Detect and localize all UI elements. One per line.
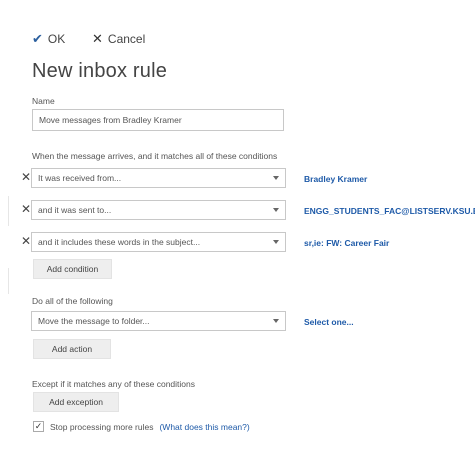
condition-3-select[interactable]: and it includes these words in the subje… <box>31 232 286 252</box>
stop-processing-label: Stop processing more rules <box>50 421 154 432</box>
add-condition-button[interactable]: Add condition <box>33 259 112 279</box>
remove-condition-2-icon[interactable]: ✕ <box>21 203 31 215</box>
chevron-down-icon <box>273 208 279 212</box>
action-value-link[interactable]: Select one... <box>304 317 354 327</box>
condition-2-select[interactable]: and it was sent to... <box>31 200 286 220</box>
rule-name-value: Move messages from Bradley Kramer <box>39 115 182 125</box>
chevron-down-icon <box>273 240 279 244</box>
conditions-heading: When the message arrives, and it matches… <box>32 151 278 161</box>
ok-label: OK <box>47 32 66 46</box>
remove-condition-3-icon[interactable]: ✕ <box>21 235 31 247</box>
edge-line <box>8 196 9 226</box>
remove-condition-1-icon[interactable]: ✕ <box>21 171 31 183</box>
cancel-label: Cancel <box>107 32 146 46</box>
condition-1-select-label: It was received from... <box>38 173 122 183</box>
condition-3-select-label: and it includes these words in the subje… <box>38 237 201 247</box>
add-exception-button[interactable]: Add exception <box>33 392 119 412</box>
condition-2-value-link[interactable]: ENGG_STUDENTS_FAC@LISTSERV.KSU.EDU <box>304 206 475 216</box>
chevron-down-icon <box>273 319 279 323</box>
stop-processing-checkbox[interactable]: ✓ <box>33 421 44 432</box>
rule-name-input[interactable]: Move messages from Bradley Kramer <box>32 109 284 131</box>
close-icon: ✕ <box>92 31 103 46</box>
condition-3-value-link[interactable]: sr,ie: FW: Career Fair <box>304 238 389 248</box>
chevron-down-icon <box>273 176 279 180</box>
name-label: Name <box>32 96 55 106</box>
condition-1-select[interactable]: It was received from... <box>31 168 286 188</box>
checkmark-icon: ✔ <box>32 31 43 46</box>
actions-heading: Do all of the following <box>32 296 113 306</box>
exceptions-heading: Except if it matches any of these condit… <box>32 379 196 389</box>
ok-button[interactable]: ✔ OK <box>32 31 65 47</box>
stop-processing-row: ✓ Stop processing more rules (What does … <box>33 421 250 432</box>
add-action-button[interactable]: Add action <box>33 339 111 359</box>
condition-2-select-label: and it was sent to... <box>38 205 112 215</box>
page-title: New inbox rule <box>32 60 168 82</box>
action-select-label: Move the message to folder... <box>38 316 150 326</box>
cancel-button[interactable]: ✕ Cancel <box>92 31 145 47</box>
what-does-this-mean-link[interactable]: (What does this mean?) <box>159 422 249 432</box>
action-select[interactable]: Move the message to folder... <box>31 311 286 331</box>
edge-line <box>8 268 9 294</box>
condition-1-value-link[interactable]: Bradley Kramer <box>304 174 367 184</box>
